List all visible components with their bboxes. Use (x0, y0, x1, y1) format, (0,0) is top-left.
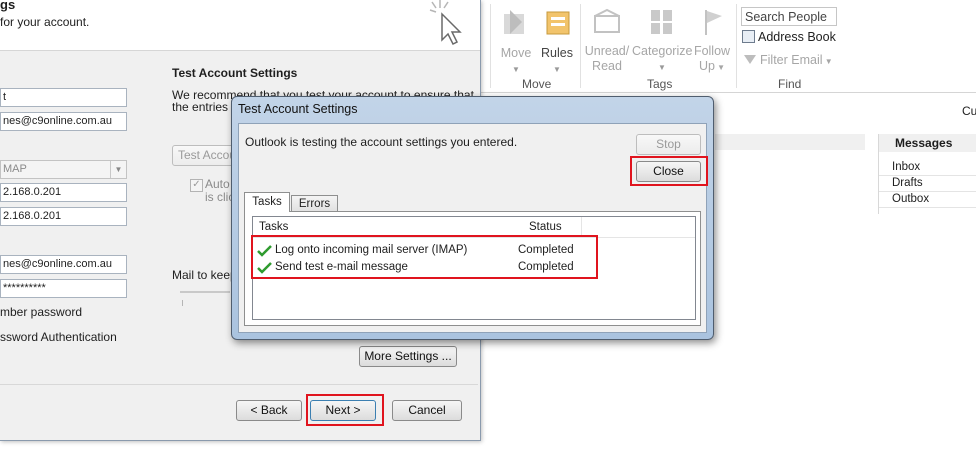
test-section-text-2: the entries a (172, 100, 239, 114)
chevron-down-icon: ▼ (110, 161, 126, 178)
move-group-label: Move (522, 77, 552, 91)
next-button[interactable]: Next > (310, 400, 376, 421)
footer-divider (0, 384, 478, 385)
filter-icon (744, 55, 756, 64)
flag-icon (705, 10, 722, 35)
ribbon-separator (490, 4, 491, 88)
test-account-settings-dialog: Test Account Settings Outlook is testing… (231, 96, 714, 340)
mail-to-keep-label: Mail to keep (172, 268, 237, 282)
check-icon (257, 245, 272, 257)
user-name-field[interactable]: nes@c9online.com.au (0, 255, 127, 274)
chevron-down-icon: ▼ (512, 65, 520, 74)
task-row-2-status: Completed (518, 261, 574, 273)
email-field[interactable]: nes@c9online.com.au (0, 112, 127, 131)
back-button[interactable]: < Back (236, 400, 302, 421)
up-label: Up (698, 59, 715, 73)
testing-message: Outlook is testing the account settings … (245, 135, 518, 149)
move-label: Move (500, 46, 532, 60)
tasks-list[interactable]: Tasks Status Log onto incoming mail serv… (251, 216, 696, 320)
account-type-value: MAP (3, 163, 27, 175)
column-header-status[interactable]: Status (529, 221, 562, 233)
dialog-title: Test Account Settings (238, 102, 358, 116)
slider-tick (182, 300, 183, 306)
folder-drafts[interactable]: Drafts (879, 176, 976, 192)
unread-label: Unread/ (584, 44, 630, 58)
column-divider (581, 217, 582, 237)
rules-icon (546, 11, 570, 35)
cursor-sparkle-icon (429, 0, 462, 46)
tab-errors[interactable]: Errors (291, 195, 338, 212)
find-group-label: Find (778, 77, 802, 91)
filter-email-button[interactable]: Filter Email ▼ (744, 53, 833, 67)
filter-email-label: Filter Email (760, 53, 823, 67)
cus-label[interactable]: Cus (962, 104, 976, 118)
messages-pane: Messages Inbox Drafts Outbox (879, 134, 976, 208)
stop-button[interactable]: Stop (636, 134, 701, 155)
categorize-label: Categorize (632, 44, 693, 58)
follow-label: Follow (693, 44, 731, 58)
header-title: gs (0, 0, 16, 12)
name-field[interactable]: t (0, 88, 127, 107)
move-icon (504, 10, 524, 34)
auto-test-checkbox[interactable]: ✓ (190, 179, 203, 192)
folder-outbox[interactable]: Outbox (879, 192, 976, 208)
read-label: Read (592, 59, 622, 73)
auto-test-label-1: Auto (205, 177, 230, 191)
test-section-heading: Test Account Settings (172, 66, 298, 80)
address-book-label: Address Book (758, 30, 836, 44)
address-book-button[interactable]: Address Book (742, 30, 836, 44)
chevron-down-icon: ▼ (553, 65, 561, 74)
incoming-server-field[interactable]: 2.168.0.201 (0, 183, 127, 202)
spa-label[interactable]: ssword Authentication (0, 330, 117, 344)
envelope-icon (594, 8, 620, 33)
account-type-select: MAP ▼ (0, 160, 127, 179)
more-settings-button[interactable]: More Settings ... (359, 346, 457, 367)
categorize-icon (651, 10, 672, 34)
task-row-1-name: Log onto incoming mail server (IMAP) (275, 244, 468, 256)
password-field[interactable]: ********** (0, 279, 127, 298)
follow-up-button[interactable]: Follow Up ▼ (692, 8, 732, 75)
chevron-down-icon: ▼ (658, 63, 666, 72)
task-row-2-name: Send test e-mail message (275, 261, 408, 273)
messages-heading: Messages (879, 134, 976, 152)
search-people-input[interactable]: Search People (741, 7, 837, 26)
tab-tasks[interactable]: Tasks (244, 192, 290, 212)
outlook-ribbon: Move ▼ Rules ▼ Move Unread/ Read Categor… (480, 0, 976, 93)
folder-inbox[interactable]: Inbox (879, 160, 976, 176)
tags-group-label: Tags (647, 77, 673, 91)
mail-to-keep-slider[interactable] (180, 291, 230, 293)
categorize-button[interactable]: Categorize ▼ (632, 8, 692, 75)
task-row-1-status: Completed (518, 244, 574, 256)
move-button[interactable]: Move ▼ (496, 8, 536, 77)
ribbon-separator (736, 4, 737, 88)
address-book-icon (742, 30, 755, 43)
cancel-button[interactable]: Cancel (392, 400, 462, 421)
ribbon-separator (580, 4, 581, 88)
header-divider (253, 237, 695, 238)
dialog-header: gs for your account. (0, 0, 480, 51)
check-icon (257, 262, 272, 274)
remember-password-label[interactable]: mber password (0, 305, 82, 319)
rules-label: Rules (541, 46, 573, 60)
close-button[interactable]: Close (636, 161, 701, 182)
auto-test-label-2: is clic (205, 190, 235, 204)
middle-pane-header (715, 134, 865, 150)
unread-read-button[interactable]: Unread/ Read (584, 8, 630, 74)
rules-button[interactable]: Rules ▼ (538, 8, 576, 77)
column-header-tasks[interactable]: Tasks (259, 221, 288, 233)
outgoing-server-field[interactable]: 2.168.0.201 (0, 207, 127, 226)
tasks-panel: Tasks Status Log onto incoming mail serv… (244, 211, 701, 326)
header-subtitle: for your account. (0, 15, 90, 29)
